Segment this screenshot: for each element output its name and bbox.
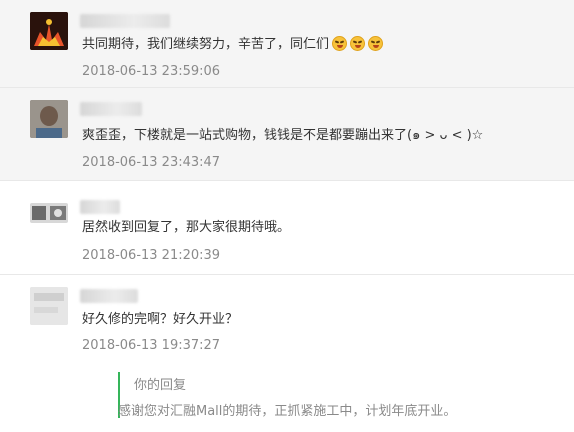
- comment-text: 爽歪歪，下楼就是一站式购物，钱钱是不是都要蹦出来了(๑ > ᴗ < )☆: [82, 128, 484, 143]
- comment-time: 2018-06-13 19:37:27: [82, 338, 221, 353]
- nickname-blurred: [80, 200, 120, 214]
- comment-text: 共同期待，我们继续努力，辛苦了，同仁们: [82, 36, 384, 54]
- comment-text-value: 共同期待，我们继续努力，辛苦了，同仁们: [82, 37, 330, 52]
- avatar[interactable]: [30, 203, 68, 223]
- avatar[interactable]: [30, 287, 68, 325]
- nickname-blurred: [80, 289, 138, 303]
- nickname-blurred: [80, 14, 170, 28]
- reply-text: 感谢您对汇融Mall的期待，正抓紧施工中，计划年底开业。: [118, 404, 457, 419]
- laugh-emoji-icon: [332, 36, 348, 51]
- avatar[interactable]: [30, 12, 68, 50]
- avatar-image: [30, 203, 68, 223]
- reply-label: 你的回复: [134, 378, 187, 393]
- comment-time: 2018-06-13 23:59:06: [82, 64, 221, 79]
- avatar-image: [30, 287, 68, 325]
- avatar-image: [30, 12, 68, 50]
- comment-time: 2018-06-13 23:43:47: [82, 155, 221, 170]
- comment-item: 爽歪歪，下楼就是一站式购物，钱钱是不是都要蹦出来了(๑ > ᴗ < )☆ 201…: [0, 88, 574, 181]
- comment-text: 居然收到回复了，那大家很期待哦。: [82, 220, 291, 235]
- comment-item: 共同期待，我们继续努力，辛苦了，同仁们 2018-06-13 23:59:06: [0, 0, 574, 88]
- avatar[interactable]: [30, 100, 68, 138]
- comment-item: 居然收到回复了，那大家很期待哦。 2018-06-13 21:20:39: [0, 181, 574, 275]
- comment-time: 2018-06-13 21:20:39: [82, 248, 221, 263]
- comment-text: 好久修的完啊？好久开业？: [82, 312, 239, 327]
- laugh-emoji-icon: [350, 36, 366, 51]
- nickname-blurred: [80, 102, 142, 116]
- avatar-image: [30, 100, 68, 138]
- laugh-emoji-icon: [368, 36, 384, 51]
